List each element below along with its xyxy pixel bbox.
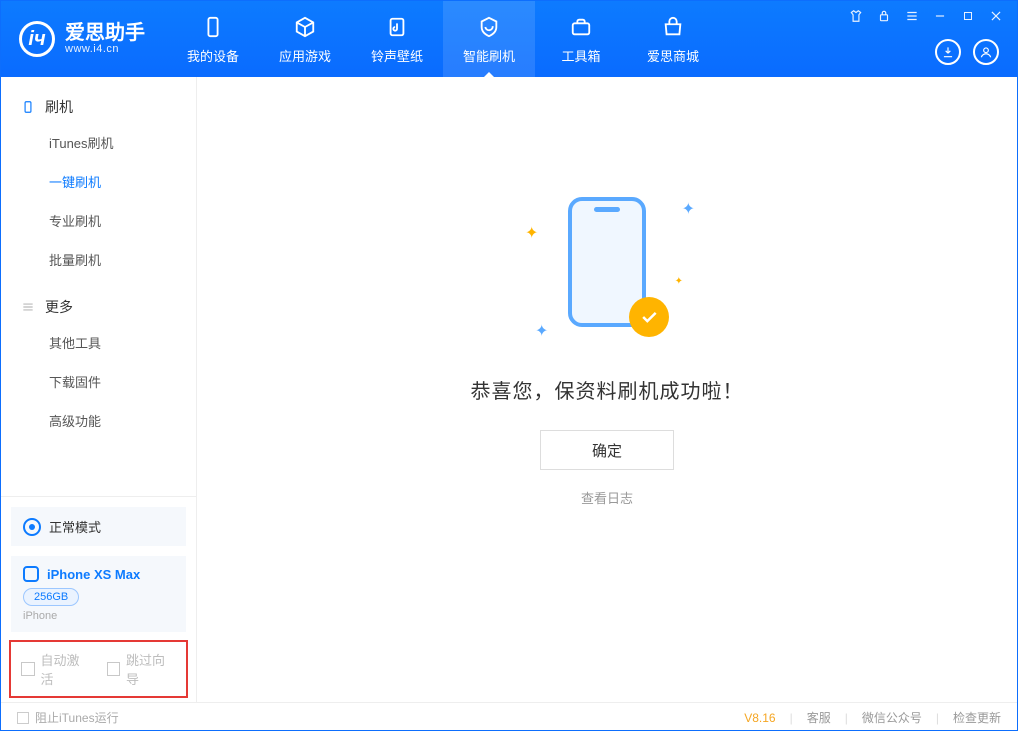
maximize-icon[interactable] (961, 9, 975, 23)
logo-block: iч 爱思助手 www.i4.cn (1, 21, 167, 57)
window-controls (849, 9, 1003, 23)
statusbar: 阻止iTunes运行 V8.16 | 客服 | 微信公众号 | 检查更新 (1, 702, 1017, 732)
download-icon[interactable] (935, 39, 961, 65)
device-icon (200, 14, 226, 40)
device-type: iPhone (23, 610, 174, 622)
mode-box[interactable]: 正常模式 (11, 507, 186, 546)
nav-label: 智能刷机 (463, 46, 515, 65)
sidebar-item-download-firmware[interactable]: 下载固件 (1, 362, 196, 401)
checkbox-icon (107, 662, 121, 676)
nav-label: 我的设备 (187, 46, 239, 65)
nav: 我的设备 应用游戏 铃声壁纸 智能刷机 工具箱 爱思商城 (167, 1, 719, 77)
device-capacity: 256GB (23, 588, 79, 606)
check-badge-icon (629, 297, 669, 337)
sidebar-group-flash: 刷机 (1, 91, 196, 123)
nav-ringtones-wallpaper[interactable]: 铃声壁纸 (351, 1, 443, 77)
lock-icon[interactable] (877, 9, 891, 23)
opt-label: 跳过向导 (126, 650, 176, 688)
mode-label: 正常模式 (49, 517, 101, 536)
sidebar-list: 刷机 iTunes刷机 一键刷机 专业刷机 批量刷机 更多 其他工具 下载固件 … (1, 77, 196, 496)
view-log-link[interactable]: 查看日志 (581, 488, 633, 507)
sparkle-icon: ✦ (675, 276, 683, 287)
sidebar-item-other-tools[interactable]: 其他工具 (1, 323, 196, 362)
close-icon[interactable] (989, 9, 1003, 23)
success-message: 恭喜您，保资料刷机成功啦！ (471, 375, 744, 404)
mode-dot-icon (23, 518, 41, 536)
nav-my-device[interactable]: 我的设备 (167, 1, 259, 77)
toolbox-icon (568, 14, 594, 40)
link-wechat[interactable]: 微信公众号 (862, 709, 922, 726)
nav-i4-store[interactable]: 爱思商城 (627, 1, 719, 77)
sidebar-item-advanced[interactable]: 高级功能 (1, 401, 196, 440)
app-site: www.i4.cn (65, 43, 145, 55)
store-icon (660, 14, 686, 40)
sidebar-item-itunes-flash[interactable]: iTunes刷机 (1, 123, 196, 162)
phone-small-icon (21, 100, 35, 114)
nav-toolbox[interactable]: 工具箱 (535, 1, 627, 77)
group-title: 更多 (45, 297, 73, 317)
minimize-icon[interactable] (933, 9, 947, 23)
sidebar-item-batch-flash[interactable]: 批量刷机 (1, 240, 196, 279)
ok-button[interactable]: 确定 (540, 430, 674, 470)
checkbox-block-itunes[interactable]: 阻止iTunes运行 (17, 709, 119, 726)
shield-refresh-icon (476, 14, 502, 40)
checkbox-auto-activate[interactable]: 自动激活 (21, 650, 91, 688)
checkbox-icon (21, 662, 35, 676)
nav-label: 应用游戏 (279, 46, 331, 65)
statusbar-right: V8.16 | 客服 | 微信公众号 | 检查更新 (744, 709, 1001, 726)
menu-icon[interactable] (905, 9, 919, 23)
checkbox-skip-guide[interactable]: 跳过向导 (107, 650, 177, 688)
options-row: 自动激活 跳过向导 (9, 640, 188, 698)
nav-label: 爱思商城 (647, 46, 699, 65)
cube-icon (292, 14, 318, 40)
opt-label: 自动激活 (41, 650, 91, 688)
user-controls (935, 39, 999, 65)
link-update[interactable]: 检查更新 (953, 709, 1001, 726)
device-box[interactable]: iPhone XS Max 256GB iPhone (11, 556, 186, 632)
sidebar: 刷机 iTunes刷机 一键刷机 专业刷机 批量刷机 更多 其他工具 下载固件 … (1, 77, 197, 702)
user-icon[interactable] (973, 39, 999, 65)
titlebar: iч 爱思助手 www.i4.cn 我的设备 应用游戏 铃声壁纸 智能刷机 工具… (1, 1, 1017, 77)
sparkle-icon: ✦ (535, 321, 548, 341)
link-service[interactable]: 客服 (807, 709, 831, 726)
music-file-icon (384, 14, 410, 40)
checkbox-icon (17, 712, 29, 724)
sparkle-icon: ✦ (525, 223, 538, 243)
nav-smart-flash[interactable]: 智能刷机 (443, 1, 535, 77)
shirt-icon[interactable] (849, 9, 863, 23)
app-name: 爱思助手 (65, 23, 145, 43)
logo-icon: iч (19, 21, 55, 57)
success-illustration: ✦ ✦ ✦ ✦ (517, 187, 697, 347)
group-title: 刷机 (45, 97, 73, 117)
nav-apps-games[interactable]: 应用游戏 (259, 1, 351, 77)
version-label: V8.16 (744, 711, 775, 725)
nav-label: 工具箱 (561, 46, 600, 65)
device-small-icon (23, 566, 39, 582)
sidebar-bottom: 正常模式 iPhone XS Max 256GB iPhone 自动激活 跳过向… (1, 496, 196, 702)
status-label: 阻止iTunes运行 (35, 709, 119, 726)
nav-label: 铃声壁纸 (371, 46, 423, 65)
device-name: iPhone XS Max (47, 567, 140, 582)
sidebar-group-more: 更多 (1, 291, 196, 323)
main-panel: ✦ ✦ ✦ ✦ 恭喜您，保资料刷机成功啦！ 确定 查看日志 (197, 77, 1017, 702)
body: 刷机 iTunes刷机 一键刷机 专业刷机 批量刷机 更多 其他工具 下载固件 … (1, 77, 1017, 702)
sparkle-icon: ✦ (682, 199, 695, 219)
sidebar-item-pro-flash[interactable]: 专业刷机 (1, 201, 196, 240)
sidebar-item-oneclick-flash[interactable]: 一键刷机 (1, 162, 196, 201)
list-icon (21, 300, 35, 314)
